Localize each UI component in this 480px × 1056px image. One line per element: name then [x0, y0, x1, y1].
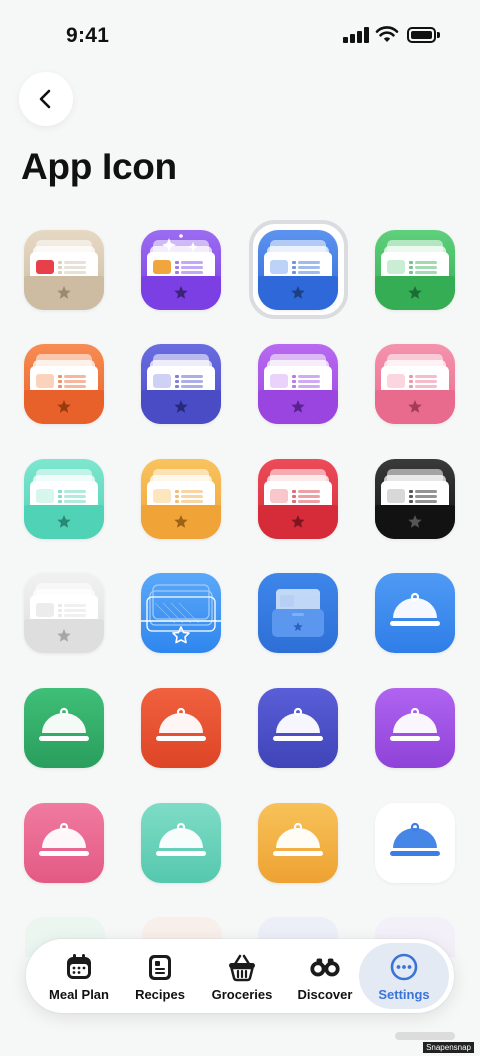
- cloche-icon: [258, 803, 338, 883]
- tab-bar: Meal Plan Recipes Groceries Discover Set…: [26, 939, 454, 1013]
- recipe-box-icon: [258, 344, 338, 424]
- home-indicator: [395, 1032, 455, 1040]
- tab-groceries[interactable]: Groceries: [198, 939, 286, 1013]
- app-icon-grid: [0, 0, 480, 1056]
- tab-settings[interactable]: Settings: [364, 939, 444, 1013]
- cloche-icon: [258, 688, 338, 768]
- recipe-box-icon: [141, 230, 221, 310]
- cloche-icon: [375, 573, 455, 653]
- app-icon-option-drawer[interactable]: [24, 230, 104, 310]
- recipe-box-icon: [258, 459, 338, 539]
- app-icon-option-drawer[interactable]: [375, 459, 455, 539]
- recipe-box-icon: [141, 344, 221, 424]
- tab-label: Groceries: [211, 987, 273, 1002]
- app-icon-option-drawer[interactable]: [24, 344, 104, 424]
- app-icon-option-drawer[interactable]: [375, 230, 455, 310]
- tab-recipes[interactable]: Recipes: [122, 939, 198, 1013]
- app-icon-option-cloche[interactable]: [258, 803, 338, 883]
- app-icon-option-drawer[interactable]: [375, 344, 455, 424]
- app-icon-option-cloche[interactable]: [375, 803, 455, 883]
- cloche-icon: [24, 688, 104, 768]
- app-icon-option-drawer[interactable]: [258, 573, 338, 653]
- cloche-icon: [24, 803, 104, 883]
- recipe-box-icon: [375, 344, 455, 424]
- app-icon-option-cloche[interactable]: [258, 688, 338, 768]
- app-icon-option-cloche[interactable]: [375, 573, 455, 653]
- recipe-box-icon: [375, 230, 455, 310]
- tab-meal-plan[interactable]: Meal Plan: [36, 939, 122, 1013]
- more-circle-icon: [388, 951, 420, 983]
- binoculars-icon: [309, 951, 341, 983]
- recipe-box-icon: [375, 459, 455, 539]
- app-icon-option-drawer[interactable]: [258, 459, 338, 539]
- app-icon-option-drawer[interactable]: [258, 344, 338, 424]
- tab-label: Recipes: [135, 987, 185, 1002]
- app-icon-option-drawer[interactable]: [24, 573, 104, 653]
- app-icon-option-cloche[interactable]: [141, 688, 221, 768]
- app-icon-option-drawer[interactable]: [258, 230, 338, 310]
- recipe-book-icon: [144, 951, 176, 983]
- app-icon-option-drawer[interactable]: [141, 573, 221, 653]
- tab-discover[interactable]: Discover: [286, 939, 364, 1013]
- tab-label: Meal Plan: [49, 987, 109, 1002]
- watermark: Snapensnap: [423, 1042, 474, 1053]
- recipe-box-icon: [141, 459, 221, 539]
- cloche-icon: [375, 803, 455, 883]
- recipe-box-icon: [24, 459, 104, 539]
- recipe-box-icon: [258, 573, 338, 653]
- recipe-box-icon: [141, 573, 221, 653]
- app-icon-option-cloche[interactable]: [24, 803, 104, 883]
- tab-label: Settings: [378, 987, 430, 1002]
- recipe-box-icon: [258, 230, 338, 310]
- recipe-box-icon: [24, 344, 104, 424]
- calendar-icon: [63, 951, 95, 983]
- recipe-box-icon: [24, 230, 104, 310]
- cloche-icon: [375, 688, 455, 768]
- app-icon-option-drawer[interactable]: [24, 459, 104, 539]
- app-icon-option-drawer[interactable]: [141, 344, 221, 424]
- app-icon-option-cloche[interactable]: [141, 803, 221, 883]
- app-icon-option-drawer[interactable]: [141, 459, 221, 539]
- app-icon-option-drawer[interactable]: [141, 230, 221, 310]
- app-icon-option-cloche[interactable]: [375, 688, 455, 768]
- cloche-icon: [141, 688, 221, 768]
- app-icon-option-cloche[interactable]: [24, 688, 104, 768]
- cloche-icon: [141, 803, 221, 883]
- recipe-box-icon: [24, 573, 104, 653]
- basket-icon: [226, 951, 258, 983]
- tab-label: Discover: [297, 987, 353, 1002]
